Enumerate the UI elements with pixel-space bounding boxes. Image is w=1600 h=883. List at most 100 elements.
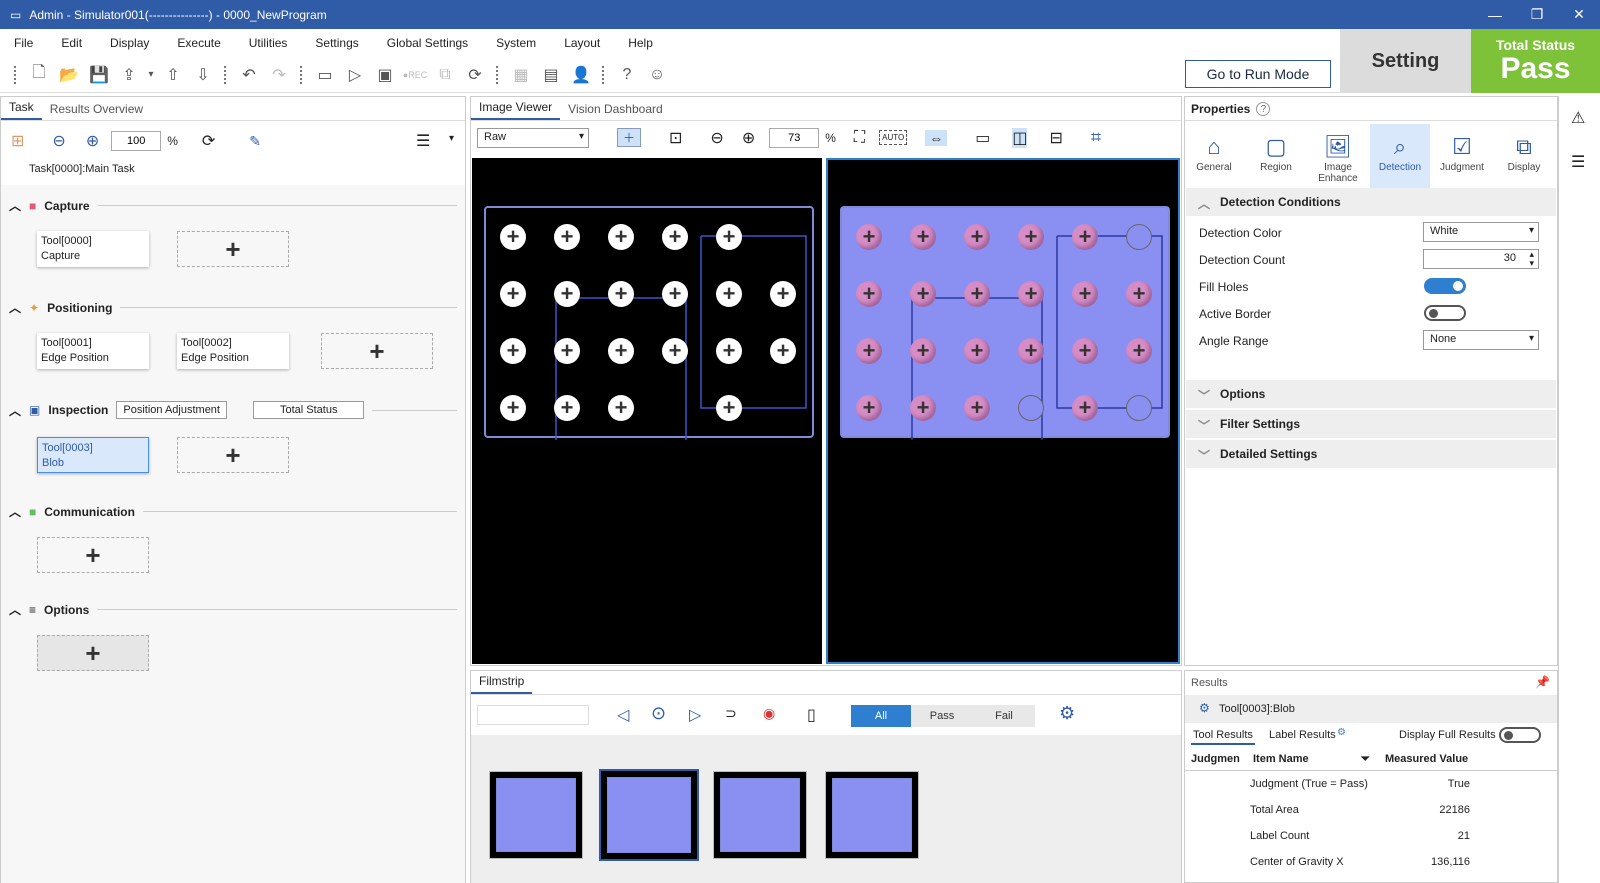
tool-blob[interactable]: Tool[0003] Blob [37,437,149,473]
prop-judgment[interactable]: ☑ Judgment [1432,134,1492,173]
renumber-icon[interactable]: ✎ [249,133,261,150]
prop-image-enhance[interactable]: 🖼 Image Enhance [1308,134,1368,184]
tab-vision-dashboard[interactable]: Vision Dashboard [560,98,671,120]
filter-all-button[interactable]: All [851,705,911,727]
single-view-icon[interactable]: ▭ [975,128,990,148]
tool-edge-position-2[interactable]: Tool[0002] Edge Position [177,333,289,369]
filmstrip-source-select[interactable] [477,705,589,725]
help-icon[interactable]: ? [612,60,642,90]
viewer-zoom-input[interactable] [769,127,820,148]
reset-zoom-icon[interactable]: ⟳ [202,131,215,151]
alert-icon[interactable]: ⚠ [1571,108,1585,128]
section-capture[interactable]: ︿ ■ Capture [9,197,457,214]
tab-results-overview[interactable]: Results Overview [42,98,151,120]
list-settings-icon[interactable]: ☰ [1571,152,1585,172]
grid-icon[interactable]: ⌗ [1091,127,1101,148]
refresh-icon[interactable]: ⟳ [460,60,490,90]
chevron-down-icon[interactable]: ▾ [449,133,454,144]
options-section[interactable]: ﹀ Options [1186,380,1556,408]
monitor-icon[interactable]: ▤ [536,60,566,90]
menu-settings[interactable]: Settings [315,36,358,50]
chevron-up-icon[interactable]: ︿ [9,197,21,214]
prop-region[interactable]: ▢ Region [1246,134,1306,173]
image-mode-select[interactable]: Raw ▾ [477,127,589,148]
prop-display[interactable]: ⧉ Display [1494,134,1554,173]
prop-general[interactable]: ⌂ General [1184,134,1244,173]
fit-image-icon[interactable]: ⊡ [669,128,682,148]
thumbnail-selected[interactable] [599,769,699,861]
door-icon[interactable]: ▯ [807,705,816,725]
split-vertical-icon[interactable]: ◫ [1012,127,1028,148]
fill-holes-toggle[interactable] [1424,278,1466,294]
redo-icon[interactable]: ↷ [264,60,294,90]
chevron-down-icon[interactable]: ▾ [144,60,158,90]
section-communication[interactable]: ︿ ■ Communication [9,503,457,520]
minimize-icon[interactable]: — [1474,0,1516,29]
zoom-in-icon[interactable]: ⊕ [742,128,755,148]
thumbnail[interactable] [713,771,807,859]
col-measured-value[interactable]: Measured Value [1385,753,1468,765]
open-folder-icon[interactable]: 📂 [54,60,84,90]
tool-capture[interactable]: Tool[0000] Capture [37,231,149,267]
section-options[interactable]: ︿ ≡ Options [9,601,457,618]
display-full-results-toggle[interactable] [1499,727,1541,743]
menu-display[interactable]: Display [110,36,149,50]
account-icon[interactable]: ☺ [642,60,672,90]
label-settings-icon[interactable]: ⚙ [1337,727,1346,738]
export-icon[interactable]: ⇪ [114,60,144,90]
raw-image-view[interactable]: + + + + + + + + + + + + + + + + + + + + + [472,158,822,664]
user-settings-icon[interactable]: 👤 [566,60,596,90]
restore-icon[interactable]: ❐ [1516,0,1558,29]
task-zoom-input[interactable] [111,131,162,151]
help-icon[interactable]: ? [1256,101,1271,116]
section-positioning[interactable]: ︿ ✦ Positioning [9,299,457,316]
chevron-up-icon[interactable]: ︿ [9,601,21,618]
menu-layout[interactable]: Layout [564,36,600,50]
stepper-icon[interactable]: ▴ ▾ [1529,250,1534,268]
prop-detection[interactable]: ⌕ Detection [1370,124,1430,190]
col-item-name[interactable]: Item Name [1253,753,1309,765]
tab-tool-results[interactable]: Tool Results [1191,727,1255,745]
detection-color-select[interactable]: White ▾ [1423,222,1539,242]
detection-count-stepper[interactable]: 30 ▴ ▾ [1423,249,1539,269]
save-icon[interactable]: 💾 [84,60,114,90]
active-border-toggle[interactable] [1424,305,1466,321]
add-positioning-tool-button[interactable]: + [321,333,433,369]
menu-utilities[interactable]: Utilities [249,36,288,50]
section-inspection[interactable]: ︿ ▣ Inspection Position Adjustment Total S… [9,401,457,419]
chevron-up-icon[interactable]: ︿ [9,503,21,520]
copy-image-icon[interactable]: ⧉ [430,60,460,90]
menu-help[interactable]: Help [628,36,653,50]
zoom-in-icon[interactable]: ⊕ [86,131,99,151]
loop-icon[interactable]: ⊃ [725,705,737,722]
menu-edit[interactable]: Edit [61,36,82,50]
task-tree-icon[interactable]: ⊞ [11,131,24,151]
zoom-out-icon[interactable]: ⊖ [710,128,723,148]
tab-image-viewer[interactable]: Image Viewer [471,96,561,120]
next-icon[interactable]: ▷ [689,705,701,725]
zoom-out-icon[interactable]: ⊖ [52,131,65,151]
add-region-icon[interactable]: ＋ [617,128,642,147]
detailed-settings-section[interactable]: ﹀ Detailed Settings [1186,440,1556,468]
tab-task[interactable]: Task [1,96,42,120]
menu-system[interactable]: System [496,36,536,50]
tab-filmstrip[interactable]: Filmstrip [471,670,533,694]
filter-pass-button[interactable]: Pass [911,705,973,727]
filter-icon[interactable]: ⏷ [1361,753,1370,766]
chevron-up-icon[interactable]: ︿ [9,299,21,316]
compare-icon[interactable]: ⇔ [925,129,948,146]
record-icon[interactable]: ●REC [400,60,430,90]
stop-record-icon[interactable]: ◉ [763,705,775,722]
continuous-run-icon[interactable]: ▷ [340,60,370,90]
menu-global-settings[interactable]: Global Settings [387,36,468,50]
new-file-icon[interactable]: 🗋 [24,60,54,90]
col-judgment[interactable]: Judgmen [1191,753,1240,765]
display-run-icon[interactable]: ▣ [370,60,400,90]
menu-execute[interactable]: Execute [177,36,220,50]
add-inspection-tool-button[interactable]: + [177,437,289,473]
go-to-run-mode-button[interactable]: Go to Run Mode [1185,60,1331,88]
angle-range-select[interactable]: None ▾ [1423,330,1539,350]
auto-fit-icon[interactable]: AUTO [879,130,908,145]
filter-fail-button[interactable]: Fail [973,705,1035,727]
fit-window-icon[interactable]: ⛶ [854,129,865,147]
